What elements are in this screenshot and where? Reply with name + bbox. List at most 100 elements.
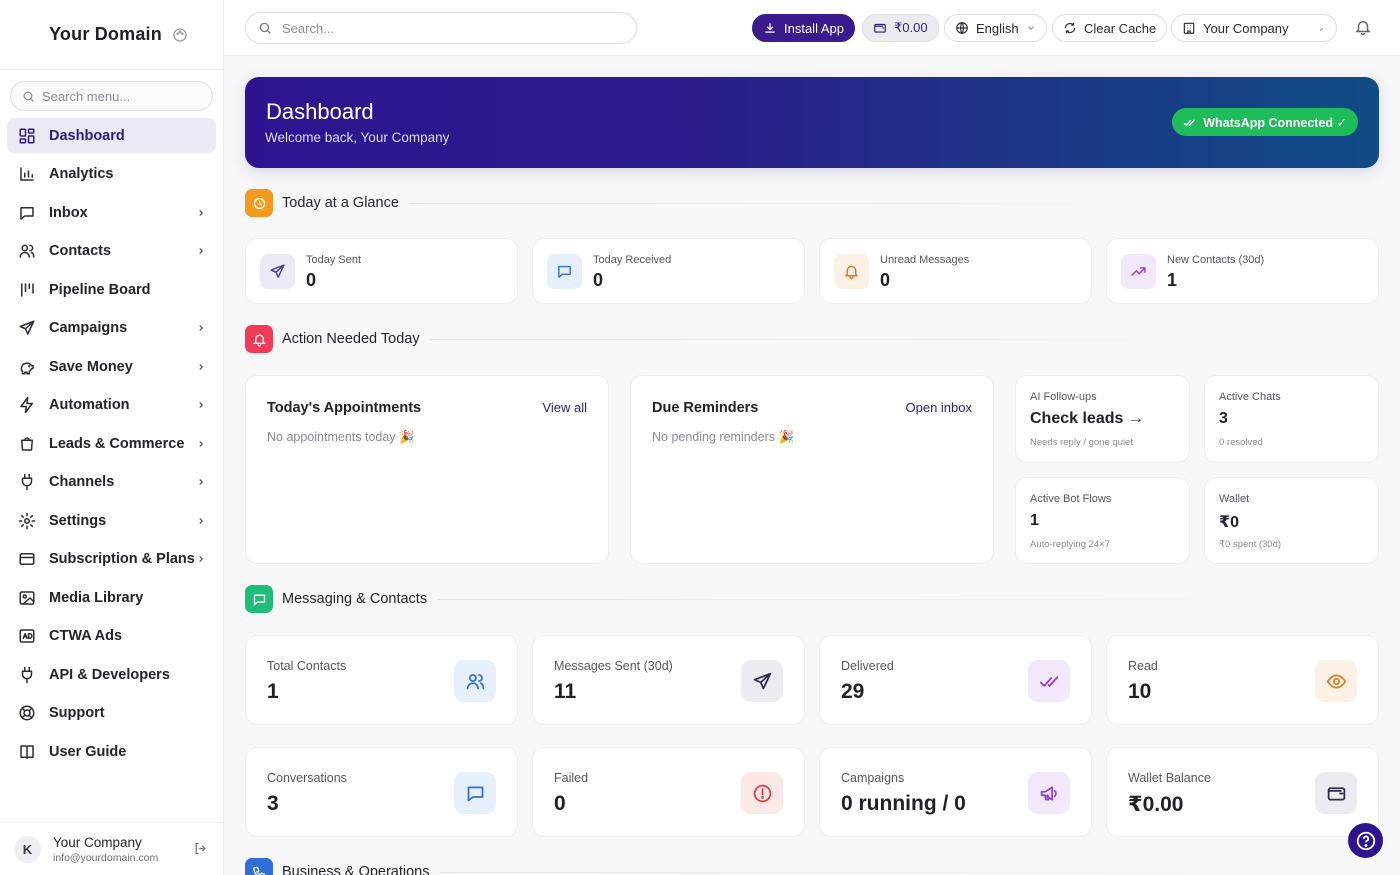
shopping-bag-icon [18,435,36,453]
double-check-icon [1028,660,1070,702]
sidebar-item-settings[interactable]: Settings [7,503,216,538]
menu-search [10,81,213,111]
chat-bubble-icon [245,585,273,613]
chevron-right-icon [196,208,206,218]
glance-card: New Contacts (30d) 1 [1106,238,1379,304]
user-profile[interactable]: K Your Company info@yourdomain.com [0,822,223,875]
sidebar-item-user-guide[interactable]: User Guide [7,734,216,769]
bell-icon [834,254,869,289]
sidebar-item-automation[interactable]: Automation [7,388,216,423]
sidebar-item-label: Settings [49,512,107,529]
sidebar-nav: Dashboard Analytics Inbox Contacts Pipeline … [7,118,216,773]
sidebar-item-dashboard[interactable]: Dashboard [7,118,216,153]
mini-card-label: AI Follow-ups [1030,391,1097,403]
gear-icon [18,512,36,530]
section-divider [429,338,1220,340]
dashboard-icon [18,127,36,145]
sidebar-item-campaigns[interactable]: Campaigns [7,311,216,346]
mini-card-subtext: ₹0 spent (30d) [1219,539,1282,550]
menu-search-input[interactable] [42,88,202,104]
section-divider [408,202,1169,204]
language-select[interactable]: English [944,14,1047,42]
avatar[interactable]: K [14,835,41,863]
user-name: Your Company [53,834,142,850]
brand[interactable]: Your Domain [0,0,223,70]
language-label: English [976,20,1019,36]
sidebar-item-pipeline-board[interactable]: Pipeline Board [7,272,216,307]
glance-label: Unread Messages [880,254,970,266]
company-select[interactable]: Your Company [1171,14,1337,42]
whatsapp-status-label: WhatsApp Connected ✓ [1203,115,1347,130]
chevron-right-icon [196,362,206,372]
wallet-button[interactable]: ₹0.00 [862,14,939,42]
help-button[interactable] [1348,823,1383,858]
bell-icon [245,325,273,353]
book-icon [18,743,36,761]
wallet-icon [1315,772,1357,814]
wallet-icon [873,21,887,35]
stat-value: 3 [267,792,279,815]
stat-value: 0 [554,792,566,815]
section-divider [437,598,1288,600]
wallet-balance-label: ₹0.00 [894,20,928,35]
global-search [245,12,637,44]
users-icon [18,242,36,260]
whatsapp-status-badge[interactable]: WhatsApp Connected ✓ [1172,108,1358,136]
sidebar-item-ctwa-ads[interactable]: CTWA Ads [7,619,216,654]
stat-label: Wallet Balance [1128,771,1211,785]
sidebar-item-analytics[interactable]: Analytics [7,157,216,192]
sidebar-item-label: Support [49,705,105,721]
glance-value: 0 [306,270,317,290]
section-divider [439,871,1290,873]
chevron-right-icon [196,439,206,449]
sidebar-item-save-money[interactable]: Save Money [7,349,216,384]
sidebar-item-support[interactable]: Support [7,696,216,731]
appointments-card: Today's Appointments View all No appoint… [245,375,609,564]
notifications-bell-icon[interactable] [1354,18,1372,36]
bar-chart-icon [18,165,36,183]
sidebar-item-label: Save Money [49,358,133,375]
search-icon [259,22,271,34]
section-title: Business & Operations [282,864,430,875]
sidebar-item-contacts[interactable]: Contacts [7,234,216,269]
stat-value: 1 [267,680,279,703]
glance-value: 0 [593,270,604,290]
sidebar-item-label: Dashboard [49,127,125,144]
summary-mini-card[interactable]: AI Follow-ups Check leads → Needs reply / … [1015,375,1190,463]
section-title: Messaging & Contacts [282,591,428,607]
open-inbox-link[interactable]: Open inbox [906,400,973,415]
stat-label: Total Contacts [267,659,347,673]
search-icon [23,91,34,102]
logout-icon[interactable] [193,841,209,857]
sidebar-item-label: Pipeline Board [49,281,151,298]
global-search-input[interactable] [282,20,602,36]
chevron-right-icon [196,516,206,526]
chevron-right-icon [196,246,206,256]
view-all-link[interactable]: View all [542,400,587,415]
image-icon [18,589,36,607]
clear-cache-button[interactable]: Clear Cache [1052,14,1168,42]
sidebar-item-media-library[interactable]: Media Library [7,580,216,615]
glance-value: 0 [880,270,891,290]
palette-icon[interactable] [172,27,188,43]
sidebar-item-label: Automation [49,397,130,413]
clear-cache-label: Clear Cache [1084,20,1157,36]
install-app-button[interactable]: Install App [752,14,855,42]
stat-value: 10 [1128,680,1152,703]
chevron-down-icon [1026,21,1036,36]
stat-label: Campaigns [841,771,905,785]
send-icon [18,319,36,337]
stat-value: ₹0.00 [1128,793,1184,816]
sidebar-item-api-developers[interactable]: API & Developers [7,657,216,692]
sidebar-item-label: Channels [49,474,115,490]
install-app-label: Install App [784,20,844,36]
sidebar-item-leads-commerce[interactable]: Leads & Commerce [7,426,216,461]
building-icon [1182,21,1196,35]
sidebar-item-label: Analytics [49,166,114,182]
chat-bubble-icon [547,254,582,289]
refresh-icon [1063,21,1077,35]
brand-name: Your Domain [49,24,162,44]
sidebar-item-inbox[interactable]: Inbox [7,195,216,230]
sidebar-item-subscription-plans[interactable]: Subscription & Plans [7,542,216,577]
sidebar-item-channels[interactable]: Channels [7,465,216,500]
